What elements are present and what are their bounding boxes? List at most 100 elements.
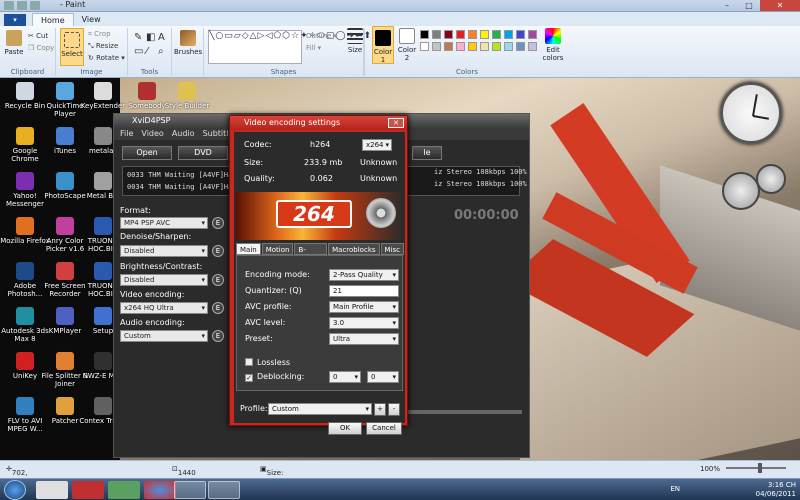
brightness-edit-button[interactable]: E: [212, 274, 224, 286]
color-swatch[interactable]: [528, 42, 537, 51]
dialog-close-button[interactable]: ✕: [388, 118, 404, 128]
format-select[interactable]: MP4 PSP AVC: [120, 217, 208, 229]
outline-button[interactable]: Outline ▾: [306, 32, 337, 40]
remove-profile-button[interactable]: -: [388, 403, 400, 416]
taskbar-media-icon[interactable]: [72, 481, 104, 499]
zoom-slider[interactable]: [726, 467, 786, 469]
codec-select[interactable]: x264: [362, 139, 392, 151]
deblocking-threshold-select[interactable]: 0: [367, 371, 399, 383]
add-profile-button[interactable]: +: [374, 403, 386, 416]
ok-button[interactable]: OK: [328, 422, 362, 435]
denoise-edit-button[interactable]: E: [212, 245, 224, 257]
size-button[interactable]: Size: [344, 28, 366, 54]
ram-meter-gadget[interactable]: [756, 164, 786, 194]
fill-icon[interactable]: ◧: [146, 32, 155, 43]
color-swatch[interactable]: [516, 30, 525, 39]
tab-motion[interactable]: Motion: [261, 243, 294, 255]
brushes-button[interactable]: Brushes: [174, 30, 202, 56]
deblocking-checkbox[interactable]: ✓: [245, 374, 253, 382]
edit-colors-button[interactable]: Edit colors: [540, 28, 566, 62]
shapes-gallery[interactable]: ╲○▭▱◇△▷◁⬠⬡☆✦✧⬭▢◯➔⬅⬆⬇: [208, 30, 380, 64]
format-edit-button[interactable]: E: [212, 217, 224, 229]
xvid-menu-video[interactable]: Video: [141, 128, 163, 140]
tab-home[interactable]: Home: [32, 13, 74, 26]
color-swatch[interactable]: [480, 42, 489, 51]
taskbar-chrome-icon[interactable]: [144, 481, 176, 499]
color1-button[interactable]: Color 1: [372, 26, 394, 64]
color-swatch[interactable]: [528, 30, 537, 39]
redo-icon[interactable]: [30, 1, 40, 10]
taskbar-app-icon[interactable]: [108, 481, 140, 499]
tab-main[interactable]: Main: [236, 243, 261, 255]
brightness-select[interactable]: Disabled: [120, 274, 208, 286]
close-button[interactable]: ✕: [760, 0, 800, 11]
color-swatch[interactable]: [420, 30, 429, 39]
encoding-mode-select[interactable]: 2-Pass Quality: [329, 269, 399, 281]
minimize-button[interactable]: –: [716, 0, 738, 11]
color-swatch[interactable]: [504, 42, 513, 51]
color-swatch[interactable]: [456, 30, 465, 39]
audio-encoding-edit-button[interactable]: E: [212, 330, 224, 342]
rotate-button[interactable]: ↻ Rotate ▾: [88, 54, 125, 62]
color-swatch[interactable]: [456, 42, 465, 51]
color-swatch[interactable]: [468, 30, 477, 39]
video-encoding-edit-button[interactable]: E: [212, 302, 224, 314]
color-swatch[interactable]: [492, 30, 501, 39]
eraser-icon[interactable]: ▭: [134, 46, 143, 57]
desktop-icon[interactable]: Style Builder: [162, 82, 212, 110]
cut-button[interactable]: ✂ Cut: [28, 32, 48, 40]
right-button[interactable]: le: [412, 146, 442, 160]
color-swatch[interactable]: [432, 42, 441, 51]
system-clock[interactable]: 3:16 CH 04/06/2011: [756, 481, 796, 499]
cancel-button[interactable]: Cancel: [366, 422, 402, 435]
text-icon[interactable]: A: [158, 32, 165, 43]
undo-icon[interactable]: [17, 1, 27, 10]
avc-profile-select[interactable]: Main Profile: [329, 301, 399, 313]
preset-select[interactable]: Ultra: [329, 333, 399, 345]
maximize-button[interactable]: □: [738, 0, 760, 11]
color-swatch[interactable]: [420, 42, 429, 51]
dvd-button[interactable]: DVD: [178, 146, 228, 160]
paste-button[interactable]: Paste: [4, 30, 24, 56]
tab-view[interactable]: View: [74, 13, 109, 26]
lossless-checkbox[interactable]: [245, 358, 253, 366]
quantizer-input[interactable]: 21: [329, 285, 399, 297]
taskbar-xvid-icon[interactable]: [174, 481, 206, 499]
tab-bframes[interactable]: B-frames: [294, 243, 328, 266]
open-button[interactable]: Open: [122, 146, 172, 160]
avc-level-select[interactable]: 3.0: [329, 317, 399, 329]
denoise-select[interactable]: Disabled: [120, 245, 208, 257]
tab-macroblocks[interactable]: Macroblocks: [328, 243, 380, 255]
tab-misc[interactable]: Misc: [380, 243, 404, 255]
taskbar-explorer-icon[interactable]: [36, 481, 68, 499]
color-swatch[interactable]: [504, 30, 513, 39]
audio-encoding-select[interactable]: Custom: [120, 330, 208, 342]
copy-button[interactable]: ❐ Copy: [28, 44, 54, 52]
cpu-meter-gadget[interactable]: [722, 172, 760, 210]
color-swatch[interactable]: [444, 42, 453, 51]
xvid-menu-file[interactable]: File: [120, 128, 133, 140]
save-icon[interactable]: [4, 1, 14, 10]
color-swatch[interactable]: [480, 30, 489, 39]
start-button[interactable]: [4, 480, 26, 500]
language-indicator[interactable]: EN: [670, 485, 680, 493]
color-swatch[interactable]: [516, 42, 525, 51]
fill-button[interactable]: Fill ▾: [306, 44, 321, 52]
magnifier-icon[interactable]: ⌕: [158, 46, 164, 57]
file-menu-button[interactable]: ▾: [4, 14, 26, 26]
clock-gadget[interactable]: [720, 82, 782, 144]
select-button[interactable]: Select: [60, 28, 84, 66]
color-swatch[interactable]: [444, 30, 453, 39]
pencil-icon[interactable]: ✎: [134, 32, 142, 43]
seek-bar[interactable]: [404, 410, 522, 414]
deblocking-row[interactable]: ✓ Deblocking:: [245, 372, 304, 382]
crop-button[interactable]: ⌗ Crop: [88, 30, 111, 39]
taskbar-paint-icon[interactable]: [208, 481, 240, 499]
resize-button[interactable]: ⤡ Resize: [88, 42, 118, 51]
lossless-row[interactable]: Lossless: [245, 358, 290, 367]
desktop-icon[interactable]: KeyExtender: [78, 82, 128, 110]
color-picker-icon[interactable]: ⁄: [146, 46, 148, 57]
color2-button[interactable]: Color 2: [396, 28, 418, 62]
xvid-menu-audio[interactable]: Audio: [172, 128, 195, 140]
color-swatch[interactable]: [432, 30, 441, 39]
